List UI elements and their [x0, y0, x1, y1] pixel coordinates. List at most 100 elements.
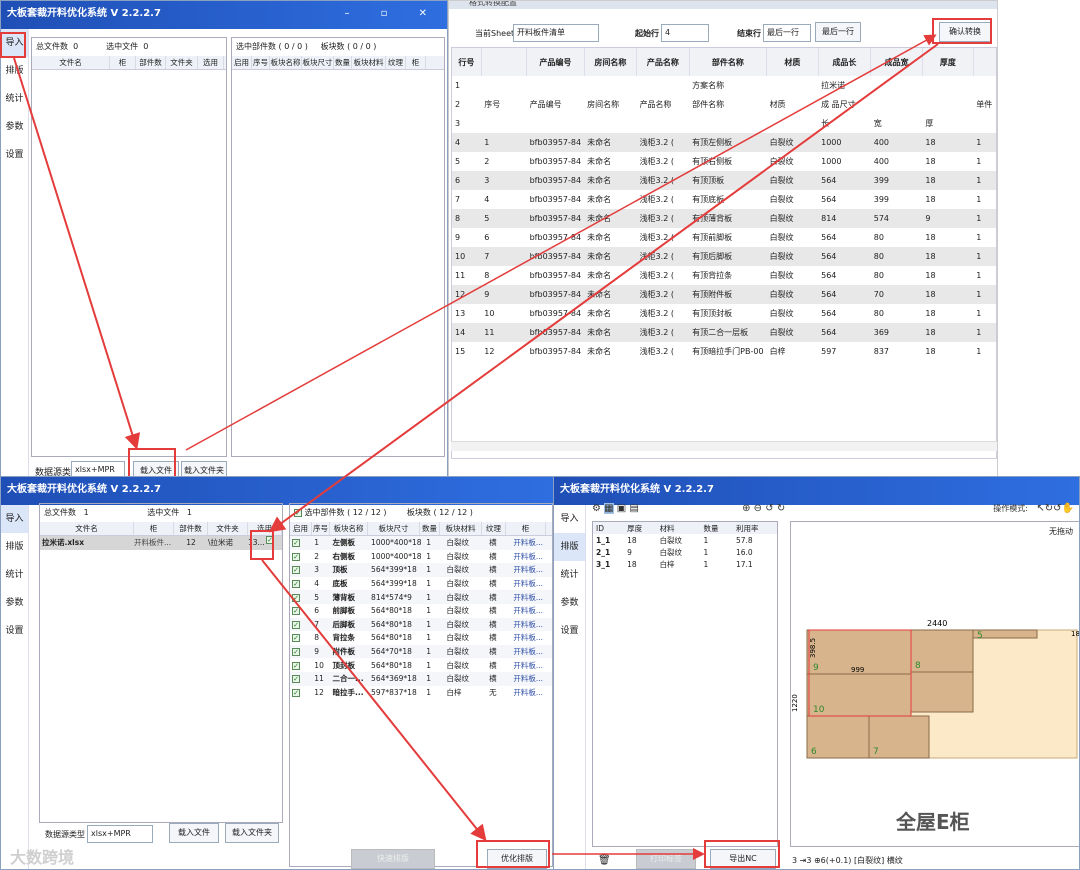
check-icon[interactable]: ✓	[292, 580, 300, 589]
part-enable-checkbox[interactable]: ✓	[290, 604, 312, 618]
check-icon[interactable]: ✓	[292, 539, 300, 548]
part-row[interactable]: ✓ 4 底板 564*399*18 1 白裂纹 横 开料板...	[290, 577, 552, 591]
grid-row[interactable]: 4 1 bfb03957-84 未命名 浅柜3.2 (有顶左侧板 白裂纹 1000 400 18…	[452, 133, 996, 152]
grid-row[interactable]: 13 10 bfb03957-84 未命名 浅柜3.2 (有顶顶封板 白裂纹 564 80 18…	[452, 304, 996, 323]
part-row[interactable]: ✓ 5 薄背板 814*574*9 1 白裂纹横开料板...	[290, 590, 552, 604]
part-row[interactable]: ✓ 1 左侧板 1000*400*18 1 白裂纹横开料板...	[290, 536, 552, 550]
window-controls[interactable]: – ▫ ✕	[344, 1, 441, 27]
grid-row[interactable]: 5 2 bfb03957-84 未命名 浅柜3.2 (有顶右侧板 白裂纹 1000 400 18…	[452, 152, 996, 171]
quick-layout-button[interactable]: 快速排版	[351, 849, 435, 869]
grid-cell: 长	[821, 119, 830, 128]
save-icon[interactable]: ▤	[629, 503, 638, 514]
start-row-input[interactable]: 4	[661, 24, 709, 42]
trash-icon[interactable]: 🗑	[598, 855, 611, 866]
source-type-select-2[interactable]: xlsx+MPR	[87, 825, 153, 843]
part-cell: 2	[314, 551, 320, 561]
grid-row[interactable]: 9 6 bfb03957-84 未命名 浅柜3.2 (有顶前脚板 白裂纹 564 80 18 1	[452, 228, 996, 247]
part-enable-checkbox[interactable]: ✓	[290, 631, 312, 645]
part-cell: 3	[312, 563, 331, 577]
check-icon[interactable]: ✓	[292, 688, 300, 697]
image-icon[interactable]: ▣	[617, 503, 626, 514]
material-row[interactable]: 3_1 18 白梓 1 17.1	[593, 558, 777, 570]
nav-params-3[interactable]: 参数	[554, 589, 585, 617]
nav-settings-2[interactable]: 设置	[1, 617, 28, 645]
grid-row[interactable]: 2 序号 产品编号 房间名称 产品名称 部件名称 材质 成 品尺寸 单件	[452, 95, 996, 114]
part-enable-checkbox[interactable]: ✓	[290, 658, 312, 672]
part-enable-checkbox[interactable]: ✓	[290, 644, 313, 659]
part-enable-checkbox[interactable]: ✓	[290, 577, 312, 591]
start-row-label: 起始行	[635, 29, 659, 38]
nav-import-2[interactable]: 导入	[1, 505, 28, 533]
grid-row[interactable]: 3 长 宽 厚	[452, 114, 996, 133]
part-enable-checkbox[interactable]: ✓	[290, 563, 313, 577]
check-icon[interactable]: ✓	[292, 607, 300, 616]
check-icon[interactable]: ✓	[292, 593, 300, 602]
part-enable-checkbox[interactable]: ✓	[290, 617, 313, 632]
nav-import-3[interactable]: 导入	[554, 505, 585, 533]
part-row[interactable]: ✓ 6 前脚板 564*80*18 1 白裂纹 横 开料板...	[290, 604, 552, 618]
parts-select-all[interactable]: ✓	[294, 508, 302, 517]
grid-row[interactable]: 14 11 bfb03957-84 未命名 浅柜3.2 (有顶二合一层板 白裂纹 564 36…	[452, 323, 996, 342]
grid-row[interactable]: 15 12 bfb03957-84 未命名 浅柜3.2 (有顶暗拉手门PB-00 白梓 59…	[452, 342, 996, 361]
nav-stats-2[interactable]: 统计	[1, 561, 28, 589]
nav-stats[interactable]: 统计	[1, 85, 28, 113]
part-row[interactable]: ✓ 11 二合一... 564*369*18 1 白裂纹横开料板...	[290, 671, 552, 686]
check-icon[interactable]: ✓	[292, 661, 300, 670]
nav-params[interactable]: 参数	[1, 113, 28, 141]
import-file-button-2[interactable]: 载入文件	[169, 823, 219, 843]
import-folder-button-2[interactable]: 载入文件夹	[225, 823, 279, 843]
grid-row[interactable]: 1 方案名称 拉米诺	[452, 76, 996, 95]
nav-stats-3[interactable]: 统计	[554, 561, 585, 589]
end-row-input[interactable]: 最后一行	[763, 24, 811, 42]
check-icon[interactable]: ✓	[292, 566, 300, 575]
gear-icon[interactable]: ⚙	[592, 503, 601, 514]
check-icon[interactable]: ✓	[292, 675, 300, 684]
layout-canvas[interactable]: 无拖动 2440 18 1220 398.5 999 5 9 8 10 6 7	[790, 521, 1079, 847]
part-enable-checkbox[interactable]: ✓	[290, 536, 313, 550]
part-cell: 右侧板	[332, 551, 356, 561]
part-row[interactable]: ✓ 8 背拉条 564*80*18 1 白裂纹 横 开料板...	[290, 631, 552, 645]
material-row[interactable]: 2_1 9 白裂纹 1 16.0	[593, 546, 777, 558]
pointer-icon[interactable]: ↖↻↺✋	[1036, 503, 1074, 514]
material-row[interactable]: 1_1 18 白裂纹 1 57.8	[593, 534, 777, 546]
minus-icon[interactable]: ⊖	[754, 503, 762, 514]
mode-label: 操作模式:	[993, 504, 1028, 513]
part-enable-checkbox[interactable]: ✓	[290, 590, 313, 604]
file-row[interactable]: 拉米诺.xlsx 开料板件... 12 \拉米诺 13... ✓	[40, 536, 282, 550]
nav-settings[interactable]: 设置	[1, 141, 28, 169]
part-cell: 1	[424, 563, 445, 577]
part-row[interactable]: ✓ 12 暗拉手... 597*837*18 1 白梓 无 开料板...	[290, 686, 552, 700]
rotate-left-icon[interactable]: ↺	[765, 503, 773, 514]
print-label-button[interactable]: 打印标签	[636, 849, 696, 869]
grid-row[interactable]: 8 5 bfb03957-84 未命名 浅柜3.2 (有顶薄背板 白裂纹 814 574 9 1	[452, 209, 996, 228]
nav-layout-3[interactable]: 排版	[554, 533, 585, 561]
last-row-button[interactable]: 最后一行	[815, 22, 861, 42]
grid-cell: 564	[818, 323, 871, 342]
check-icon[interactable]: ✓	[292, 634, 300, 643]
part-enable-checkbox[interactable]: ✓	[290, 686, 312, 700]
grid-row[interactable]: 11 8 bfb03957-84 未命名 浅柜3.2 (有顶背拉条 白裂纹 564 80 18 1	[452, 266, 996, 285]
plus-icon[interactable]: ⊕	[742, 503, 750, 514]
part-enable-checkbox[interactable]: ✓	[290, 671, 313, 686]
nav-layout[interactable]: 排版	[1, 57, 28, 85]
part-enable-checkbox[interactable]: ✓	[290, 550, 312, 564]
nav-layout-2[interactable]: 排版	[1, 533, 28, 561]
part-row[interactable]: ✓ 3 顶板 564*399*18 1 白裂纹横开料板...	[290, 563, 552, 577]
part-row[interactable]: ✓ 2 右侧板 1000*400*18 1 白裂纹 横 开料板...	[290, 550, 552, 564]
nav-params-2[interactable]: 参数	[1, 589, 28, 617]
check-icon[interactable]: ✓	[292, 620, 300, 629]
grid-row[interactable]: 10 7 bfb03957-84 未命名 浅柜3.2 (有顶后脚板 白裂纹 564 80 18 1	[452, 247, 996, 266]
check-icon[interactable]: ✓	[292, 552, 300, 561]
nav-settings-3[interactable]: 设置	[554, 617, 585, 645]
rotate-right-icon[interactable]: ↻	[777, 503, 785, 514]
grid-row[interactable]: 6 3 bfb03957-84 未命名 浅柜3.2 (有顶顶板 白裂纹 564 399 18 1	[452, 171, 996, 190]
grid-row[interactable]: 7 4 bfb03957-84 未命名 浅柜3.2 (有顶底板 白裂纹 564 399 18 1	[452, 190, 996, 209]
part-row[interactable]: ✓ 10 顶封板 564*80*18 1 白裂纹 横 开料板...	[290, 658, 552, 672]
check-icon[interactable]: ✓	[292, 648, 300, 657]
grid-row[interactable]: 12 9 bfb03957-84 未命名 浅柜3.2 (有顶附件板 白裂纹 564 70 18 1	[452, 285, 996, 304]
part-row[interactable]: ✓ 7 后脚板 564*80*18 1 白裂纹横开料板...	[290, 617, 552, 632]
layout-icon[interactable]: ▦	[604, 503, 614, 514]
part-row[interactable]: ✓ 9 附件板 564*70*18 1 白裂纹横开料板...	[290, 644, 552, 659]
grid-scrollbar[interactable]	[451, 441, 997, 451]
sheet-select[interactable]: 开料板件清单	[513, 24, 599, 42]
